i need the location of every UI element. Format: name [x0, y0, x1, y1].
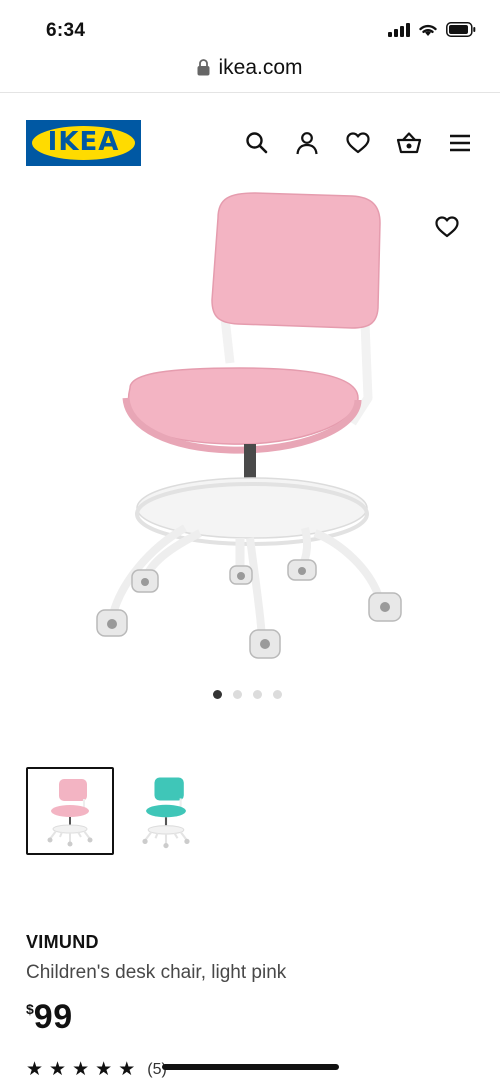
turquoise-chair-thumbnail-image: [142, 777, 190, 849]
ikea-logo[interactable]: IKEA: [26, 120, 141, 166]
logo-text: IKEA: [47, 127, 120, 157]
star-icon: ★: [118, 1059, 136, 1080]
url-display[interactable]: ikea.com: [0, 56, 500, 80]
carousel-dots: [213, 690, 282, 699]
account-icon[interactable]: [294, 130, 320, 156]
star-icon: ★: [72, 1059, 90, 1080]
product-rating[interactable]: ★ ★ ★ ★ ★ (5): [26, 1060, 167, 1079]
price-currency: $: [26, 1001, 34, 1017]
pink-chair-thumbnail-image: [47, 779, 93, 847]
product-price: $99: [26, 998, 73, 1037]
favorite-product-icon[interactable]: [434, 214, 460, 240]
carousel-dot[interactable]: [273, 690, 282, 699]
status-icons: [388, 22, 476, 37]
heart-icon[interactable]: [345, 130, 371, 156]
search-icon[interactable]: [244, 130, 270, 156]
product-image[interactable]: [90, 188, 420, 668]
status-bar: 6:34: [0, 0, 500, 52]
variant-thumbnail-pink[interactable]: [26, 767, 114, 855]
url-text: ikea.com: [218, 56, 303, 79]
carousel-dot[interactable]: [213, 690, 222, 699]
star-icon: ★: [49, 1059, 67, 1080]
product-description: Children's desk chair, light pink: [26, 962, 287, 983]
wifi-icon: [419, 24, 437, 36]
home-indicator: [162, 1064, 339, 1070]
star-icon: ★: [26, 1059, 44, 1080]
basket-icon[interactable]: [396, 130, 422, 156]
variant-thumbnail-turquoise[interactable]: [122, 767, 210, 855]
lock-icon: [197, 59, 210, 76]
site-header: IKEA: [0, 92, 500, 192]
battery-icon: [446, 22, 476, 37]
menu-icon[interactable]: [447, 130, 473, 156]
product-name: VIMUND: [26, 932, 99, 952]
price-amount: 99: [33, 998, 73, 1036]
status-time: 6:34: [46, 20, 86, 41]
browser-url-bar[interactable]: ikea.com: [0, 52, 500, 93]
carousel-dot[interactable]: [233, 690, 242, 699]
carousel-dot[interactable]: [253, 690, 262, 699]
signal-icon: [388, 22, 410, 37]
star-icon: ★: [95, 1059, 113, 1080]
